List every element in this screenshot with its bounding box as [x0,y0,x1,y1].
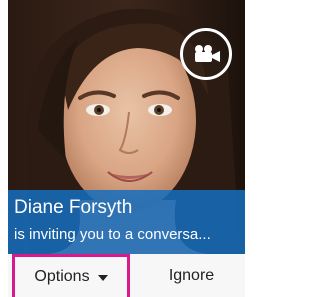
video-camera-icon [195,45,220,62]
incoming-call-toast: Diane Forsyth is inviting you to a conve… [8,0,245,297]
caret-down-icon [97,275,108,281]
caller-caption: Diane Forsyth is inviting you to a conve… [8,190,245,254]
ignore-label: Ignore [168,266,215,284]
invite-text: is inviting you to a conversa... [14,226,211,243]
caller-photo: Diane Forsyth is inviting you to a conve… [8,0,245,254]
ignore-button[interactable]: Ignore [138,254,245,297]
action-bar: Options Ignore [8,254,245,297]
options-button[interactable]: Options [12,254,130,297]
video-call-badge [180,28,232,80]
caller-name: Diane Forsyth [14,197,133,218]
options-label: Options [34,268,90,285]
